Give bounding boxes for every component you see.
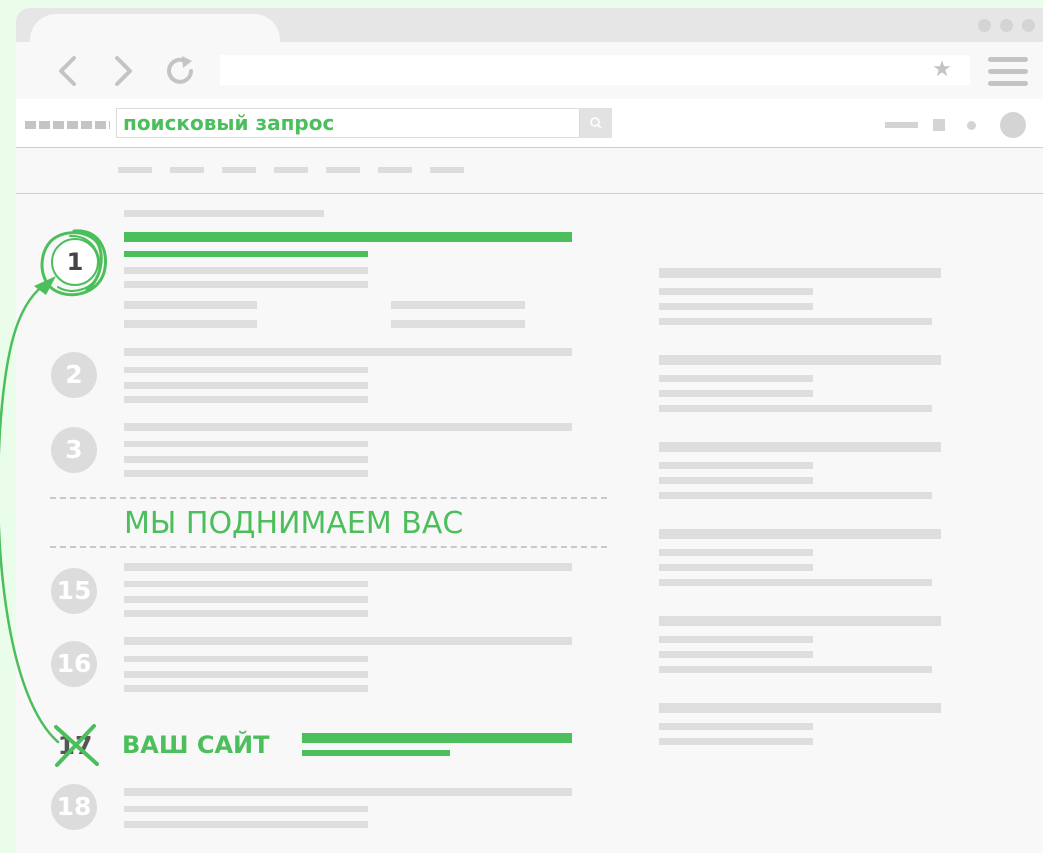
scribble-circle: [57, 234, 101, 292]
scribble-overlay: [0, 229, 108, 767]
illustration: ★ поисковый запрос 1 2 3 МЫ ПОДНИМАЕМ ВА…: [0, 0, 1043, 853]
scribble-circle: [40, 229, 108, 297]
progress-arrow: [0, 280, 60, 744]
